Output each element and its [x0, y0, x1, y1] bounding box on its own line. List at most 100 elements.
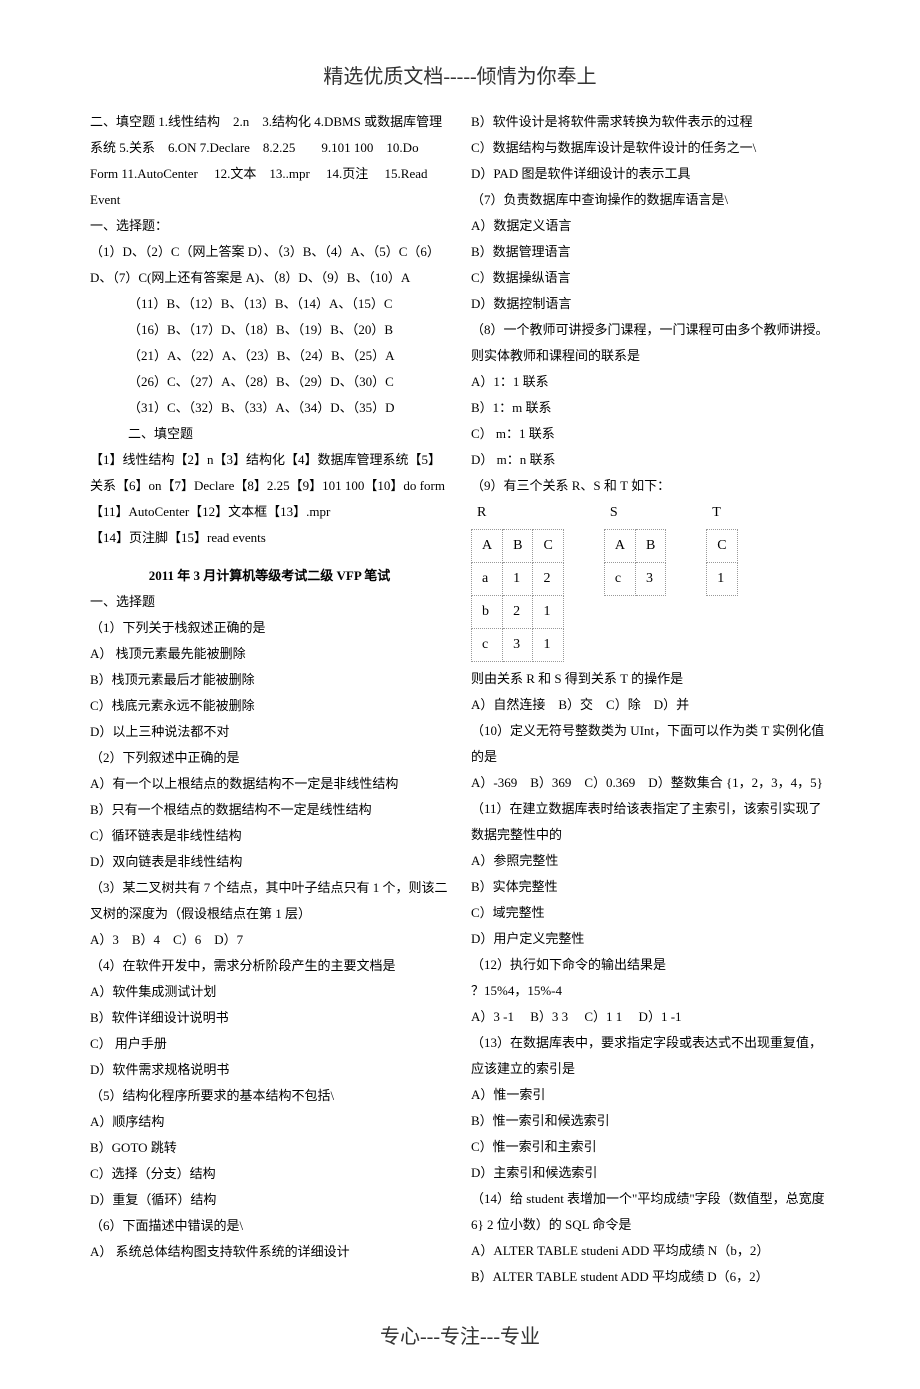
q7-a: A）数据定义语言 — [471, 213, 830, 239]
q3-opts: A）3 B）4 C）6 D）7 — [90, 927, 449, 953]
fill-blank-answers-2a: 【1】线性结构【2】n【3】结构化【4】数据库管理系统【5】关系【6】on【7】… — [90, 447, 449, 525]
q10-opts: A）-369 B）369 C）0.369 D）整数集合 {1，2，3，4，5} — [471, 770, 830, 796]
q11-stem: （11）在建立数据库表时给该表指定了主索引，该索引实现了数据完整性中的 — [471, 796, 830, 848]
q8-a: A）1：1 联系 — [471, 369, 830, 395]
q6-c: C）数据结构与数据库设计是软件设计的任务之一\ — [471, 135, 830, 161]
relation-r-block: R A B C a 1 2 b — [471, 499, 584, 666]
r-cell: 3 — [503, 629, 533, 662]
relation-s-block: S A B c 3 — [604, 499, 686, 600]
q13-d: D）主索引和候选索引 — [471, 1160, 830, 1186]
relation-t-label: T — [706, 499, 757, 527]
r-col-a: A — [472, 530, 503, 563]
q13-a: A）惟一索引 — [471, 1082, 830, 1108]
q6-a: A） 系统总体结构图支持软件系统的详细设计 — [90, 1239, 449, 1265]
q12-line: ？15%4，15%-4 — [471, 978, 830, 1004]
q1-a: A） 栈顶元素最先能被删除 — [90, 641, 449, 667]
right-column: B）软件设计是将软件需求转换为软件表示的过程 C）数据结构与数据库设计是软件设计… — [471, 109, 830, 1290]
q4-c: C） 用户手册 — [90, 1031, 449, 1057]
q6-b: B）软件设计是将软件需求转换为软件表示的过程 — [471, 109, 830, 135]
q4-b: B）软件详细设计说明书 — [90, 1005, 449, 1031]
q6-stem: （6）下面描述中错误的是\ — [90, 1213, 449, 1239]
q14-stem: （14）给 student 表增加一个"平均成绩"字段（数值型，总宽度 6} 2… — [471, 1186, 830, 1238]
r-cell: 2 — [503, 596, 533, 629]
choice-answers-31-35: （31）C、（32）B、（33）A、（34）D、（35）D — [90, 395, 449, 421]
q5-stem: （5）结构化程序所要求的基本结构不包括\ — [90, 1083, 449, 1109]
r-cell: 1 — [533, 596, 563, 629]
q5-d: D）重复（循环）结构 — [90, 1187, 449, 1213]
r-cell: 2 — [533, 563, 563, 596]
relation-t-table: C 1 — [706, 529, 737, 596]
q5-c: C）选择（分支）结构 — [90, 1161, 449, 1187]
choice-answers-26-30: （26）C、（27）A、（28）B、（29）D、（30）C — [90, 369, 449, 395]
fill-blank-heading-2: 二、填空题 — [90, 421, 449, 447]
q11-d: D）用户定义完整性 — [471, 926, 830, 952]
q10-stem: （10）定义无符号整数类为 UInt，下面可以作为类 T 实例化值的是 — [471, 718, 830, 770]
choice-answers-11-15: （11）B、（12）B、（13）B、（14）A、（15）C — [90, 291, 449, 317]
left-column: 二、填空题 1.线性结构 2.n 3.结构化 4.DBMS 或数据库管理系统 5… — [90, 109, 449, 1290]
q8-d: D） m：n 联系 — [471, 447, 830, 473]
q13-c: C）惟一索引和主索引 — [471, 1134, 830, 1160]
t-col-c: C — [707, 530, 737, 563]
q9-opts: A）自然连接 B）交 C）除 D）并 — [471, 692, 830, 718]
q6-d: D）PAD 图是软件详细设计的表示工具 — [471, 161, 830, 187]
q1-c: C）栈底元素永远不能被删除 — [90, 693, 449, 719]
r-cell: c — [472, 629, 503, 662]
section-choice: 一、选择题 — [90, 589, 449, 615]
relation-t-block: T C 1 — [706, 499, 757, 600]
q4-d: D）软件需求规格说明书 — [90, 1057, 449, 1083]
r-cell: a — [472, 563, 503, 596]
q12-opts: A）3 -1 B）3 3 C）1 1 D）1 -1 — [471, 1004, 830, 1030]
q1-b: B）栈顶元素最后才能被删除 — [90, 667, 449, 693]
q9-after: 则由关系 R 和 S 得到关系 T 的操作是 — [471, 666, 830, 692]
q5-b: B）GOTO 跳转 — [90, 1135, 449, 1161]
r-cell: 1 — [503, 563, 533, 596]
q8-stem: （8）一个教师可讲授多门课程，一门课程可由多个教师讲授。则实体教师和课程间的联系… — [471, 317, 830, 369]
q4-stem: （4）在软件开发中，需求分析阶段产生的主要文档是 — [90, 953, 449, 979]
page-header: 精选优质文档-----倾情为你奉上 — [90, 60, 830, 89]
q2-b: B）只有一个根结点的数据结构不一定是线性结构 — [90, 797, 449, 823]
q2-a: A）有一个以上根结点的数据结构不一定是非线性结构 — [90, 771, 449, 797]
q11-c: C）域完整性 — [471, 900, 830, 926]
q13-b: B）惟一索引和候选索引 — [471, 1108, 830, 1134]
r-cell: b — [472, 596, 503, 629]
q1-stem: （1）下列关于栈叙述正确的是 — [90, 615, 449, 641]
q1-d: D）以上三种说法都不对 — [90, 719, 449, 745]
s-cell: c — [604, 563, 635, 596]
q2-d: D）双向链表是非线性结构 — [90, 849, 449, 875]
q8-b: B）1：m 联系 — [471, 395, 830, 421]
q7-d: D）数据控制语言 — [471, 291, 830, 317]
q12-stem: （12）执行如下命令的输出结果是 — [471, 952, 830, 978]
relation-r-label: R — [471, 499, 584, 527]
q7-stem: （7）负责数据库中查询操作的数据库语言是\ — [471, 187, 830, 213]
q9-stem: （9）有三个关系 R、S 和 T 如下： — [471, 473, 830, 499]
q7-b: B）数据管理语言 — [471, 239, 830, 265]
fill-blank-answers: 二、填空题 1.线性结构 2.n 3.结构化 4.DBMS 或数据库管理系统 5… — [90, 109, 449, 213]
fill-blank-answers-2b: 【14】页注脚【15】read events — [90, 525, 449, 551]
q14-a: A）ALTER TABLE studeni ADD 平均成绩 N（b，2） — [471, 1238, 830, 1264]
q5-a: A）顺序结构 — [90, 1109, 449, 1135]
q11-a: A）参照完整性 — [471, 848, 830, 874]
choice-answers-21-25: （21）A、（22）A、（23）B、（24）B、（25）A — [90, 343, 449, 369]
q14-b: B）ALTER TABLE student ADD 平均成绩 D（6，2） — [471, 1264, 830, 1290]
s-cell: 3 — [635, 563, 665, 596]
q8-c: C） m：1 联系 — [471, 421, 830, 447]
page-footer: 专心---专注---专业 — [90, 1320, 830, 1349]
choice-answers-16-20: （16）B、（17）D、（18）B、（19）B、（20）B — [90, 317, 449, 343]
s-col-b: B — [635, 530, 665, 563]
t-cell: 1 — [707, 563, 737, 596]
choice-answers-line1: （1）D、（2）C（网上答案 D）、（3）B、（4）A、（5）C（6）D、（7）… — [90, 239, 449, 291]
q3-stem: （3）某二叉树共有 7 个结点，其中叶子结点只有 1 个，则该二叉树的深度为（假… — [90, 875, 449, 927]
r-col-b: B — [503, 530, 533, 563]
two-column-body: 二、填空题 1.线性结构 2.n 3.结构化 4.DBMS 或数据库管理系统 5… — [90, 109, 830, 1290]
q11-b: B）实体完整性 — [471, 874, 830, 900]
q2-stem: （2）下列叙述中正确的是 — [90, 745, 449, 771]
relation-s-label: S — [604, 499, 686, 527]
r-cell: 1 — [533, 629, 563, 662]
exam-title: 2011 年 3 月计算机等级考试二级 VFP 笔试 — [90, 563, 449, 589]
q4-a: A）软件集成测试计划 — [90, 979, 449, 1005]
relation-s-table: A B c 3 — [604, 529, 666, 596]
q13-stem: （13）在数据库表中，要求指定字段或表达式不出现重复值，应该建立的索引是 — [471, 1030, 830, 1082]
s-col-a: A — [604, 530, 635, 563]
r-col-c: C — [533, 530, 563, 563]
relation-r-table: A B C a 1 2 b 2 1 — [471, 529, 564, 662]
